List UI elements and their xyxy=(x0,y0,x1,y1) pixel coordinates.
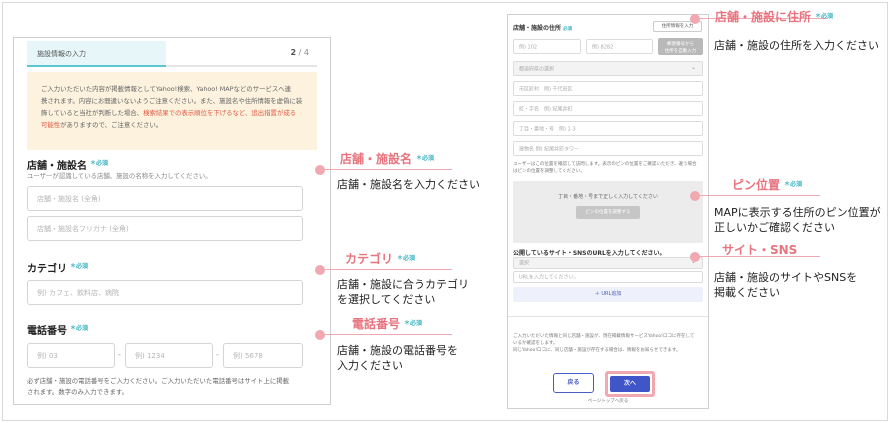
callout-phone-title: 電話番号 ＊必須 xyxy=(352,317,423,331)
facility-name-kana-input[interactable]: 店舗・施設名フリガナ (全角) xyxy=(27,216,303,241)
site-type-select[interactable]: 選択⌄ xyxy=(513,257,703,269)
callout-line xyxy=(325,169,452,170)
site-url-input[interactable]: URLを入力してください。 xyxy=(513,271,703,283)
callout-line xyxy=(325,334,452,335)
facility-name-help: ユーザーが認識している店舗、施設の名称を入力してください。 xyxy=(27,172,212,180)
address-form: 店舗・施設の住所 必須 住所情報を入力 例) 102 例) 8282 郵便番号から… xyxy=(507,14,709,409)
town-input[interactable]: 町・字名 例) 紀尾井町 xyxy=(513,101,703,116)
back-button[interactable]: 戻る xyxy=(553,373,594,393)
phone-prefix-input[interactable]: 例) 1234 xyxy=(125,343,213,368)
notice-line: 携されます。内容にお間違いないようご注意ください。また、施設名や住所情報を虚偽に… xyxy=(41,97,303,105)
required-badge: ＊必須 xyxy=(70,263,89,270)
step-counter: 2 / 4 xyxy=(291,48,309,57)
next-button-highlight: 次へ xyxy=(605,371,655,397)
callout-site-desc: 店舗・施設のサイトやSNSを 掲載ください xyxy=(714,271,858,299)
step-header: 施設情報の入力 2 / 4 xyxy=(27,41,317,67)
step-total: / 4 xyxy=(298,48,309,57)
callout-category-title: カテゴリ ＊必須 xyxy=(345,252,416,266)
callout-marker xyxy=(690,252,700,262)
callout-category-desc: 店舗・施設に合うカテゴリ を選択してください xyxy=(337,278,469,306)
facility-name-label: 店舗・施設名 ＊必須 xyxy=(27,160,109,172)
callout-marker xyxy=(690,191,700,201)
phone-separator: - xyxy=(118,350,121,359)
category-label: カテゴリ ＊必須 xyxy=(27,263,89,275)
building-input[interactable]: 建物名 例) 紀尾井町タワー xyxy=(513,141,703,156)
notice-warning: 検索結果での表示順位を下げるなど、追出措置が成る xyxy=(143,109,297,117)
phone-help: 必ず店舗・施設の電話番号をご入力ください。ご入力いただいた電話番号はサイト上に掲… xyxy=(27,377,290,396)
callout-line xyxy=(700,195,820,196)
callout-line xyxy=(325,269,452,270)
callout-marker xyxy=(315,330,325,340)
callout-phone-desc: 店舗・施設の電話番号を 入力ください xyxy=(337,344,458,372)
notice-warning: 可能性 xyxy=(41,121,61,129)
duplicate-check-note: ご入力いただいた情報と同じ店舗・施設が、現在掲載情報サービスYahoo!ロコに存… xyxy=(513,334,695,353)
divider xyxy=(508,316,708,317)
callout-marker xyxy=(315,165,325,175)
step-title: 施設情報の入力 xyxy=(37,50,86,58)
city-input[interactable]: 市区町村 例) 千代田区 xyxy=(513,81,703,96)
zip-first-input[interactable]: 例) 102 xyxy=(513,39,581,54)
phone-label: 電話番号 ＊必須 xyxy=(27,325,89,337)
callout-address-desc: 店舗・施設の住所を入力ください xyxy=(714,39,879,52)
map-message: 丁目・番地・号まで正しく入力してください xyxy=(558,194,658,200)
block-number-input[interactable]: 丁目・番地・号 例) 1-3 xyxy=(513,121,703,136)
phone-separator: - xyxy=(216,350,219,359)
facility-name-input[interactable]: 店舗・施設名 (全角) xyxy=(27,186,303,211)
map-pin-area[interactable]: 丁目・番地・号まで正しく入力してください ピンの位置を調整する xyxy=(513,181,703,243)
notice-line: ご入力いただいた内容が掲載情報としてYahoo!検索、Yahoo! MAPなどの… xyxy=(41,85,292,93)
zip-second-input[interactable]: 例) 8282 xyxy=(586,39,653,54)
page-top-link[interactable]: ページトップへ戻る xyxy=(508,398,708,404)
next-button[interactable]: 次へ xyxy=(610,376,650,392)
category-input[interactable]: 例) カフェ、飲料店、病院 xyxy=(27,280,303,305)
pin-note: ユーザーはこの位置を確認して訪問します。表示のピンの位置をご確認いただき、違う場… xyxy=(513,162,697,174)
facility-info-form: 施設情報の入力 2 / 4 ご入力いただいた内容が掲載情報としてYahoo!検索… xyxy=(13,37,331,405)
callout-address-title: 店舗・施設に住所 ＊必須 xyxy=(715,10,834,24)
phone-area-input[interactable]: 例) 03 xyxy=(27,343,115,368)
callout-marker xyxy=(690,14,700,24)
callout-marker xyxy=(315,265,325,275)
site-title: 公開しているサイト・SNSのURLを入力してください。 xyxy=(513,250,666,257)
callout-pin-desc: MAPに表示する住所のピン位置が 正しいかご確認ください xyxy=(714,206,881,234)
notice-line: 可能性がありますので、ご注意ください。 xyxy=(41,121,163,129)
required-badge: ＊必須 xyxy=(70,325,89,332)
prefecture-select[interactable]: 都道府県の選択 ⌄ xyxy=(513,61,703,76)
notice-line: 飾していると当社が判断した場合、検索結果での表示順位を下げるなど、追出措置が成る xyxy=(41,109,297,117)
callout-name-title: 店舗・施設名 ＊必須 xyxy=(340,152,435,166)
callout-name-desc: 店舗・施設名を入力ください xyxy=(337,178,480,191)
phone-line-input[interactable]: 例) 5678 xyxy=(223,343,303,368)
callout-site-title: サイト・SNS xyxy=(722,243,798,257)
step-current: 2 xyxy=(290,48,297,57)
chevron-down-icon: ⌄ xyxy=(690,64,696,71)
add-url-button[interactable]: ＋ URL追加 xyxy=(513,287,703,302)
notice-box: ご入力いただいた内容が掲載情報としてYahoo!検索、Yahoo! MAPなどの… xyxy=(27,72,317,150)
callout-pin-title: ピン位置 ＊必須 xyxy=(732,178,803,192)
address-title: 店舗・施設の住所 必須 xyxy=(513,25,573,32)
step-progress-bar xyxy=(27,65,166,67)
zip-autofill-button[interactable]: 郵便番号から 住所を自動入力 xyxy=(658,38,703,55)
adjust-pin-button[interactable]: ピンの位置を調整する xyxy=(576,206,640,219)
required-badge: ＊必須 xyxy=(90,160,109,167)
